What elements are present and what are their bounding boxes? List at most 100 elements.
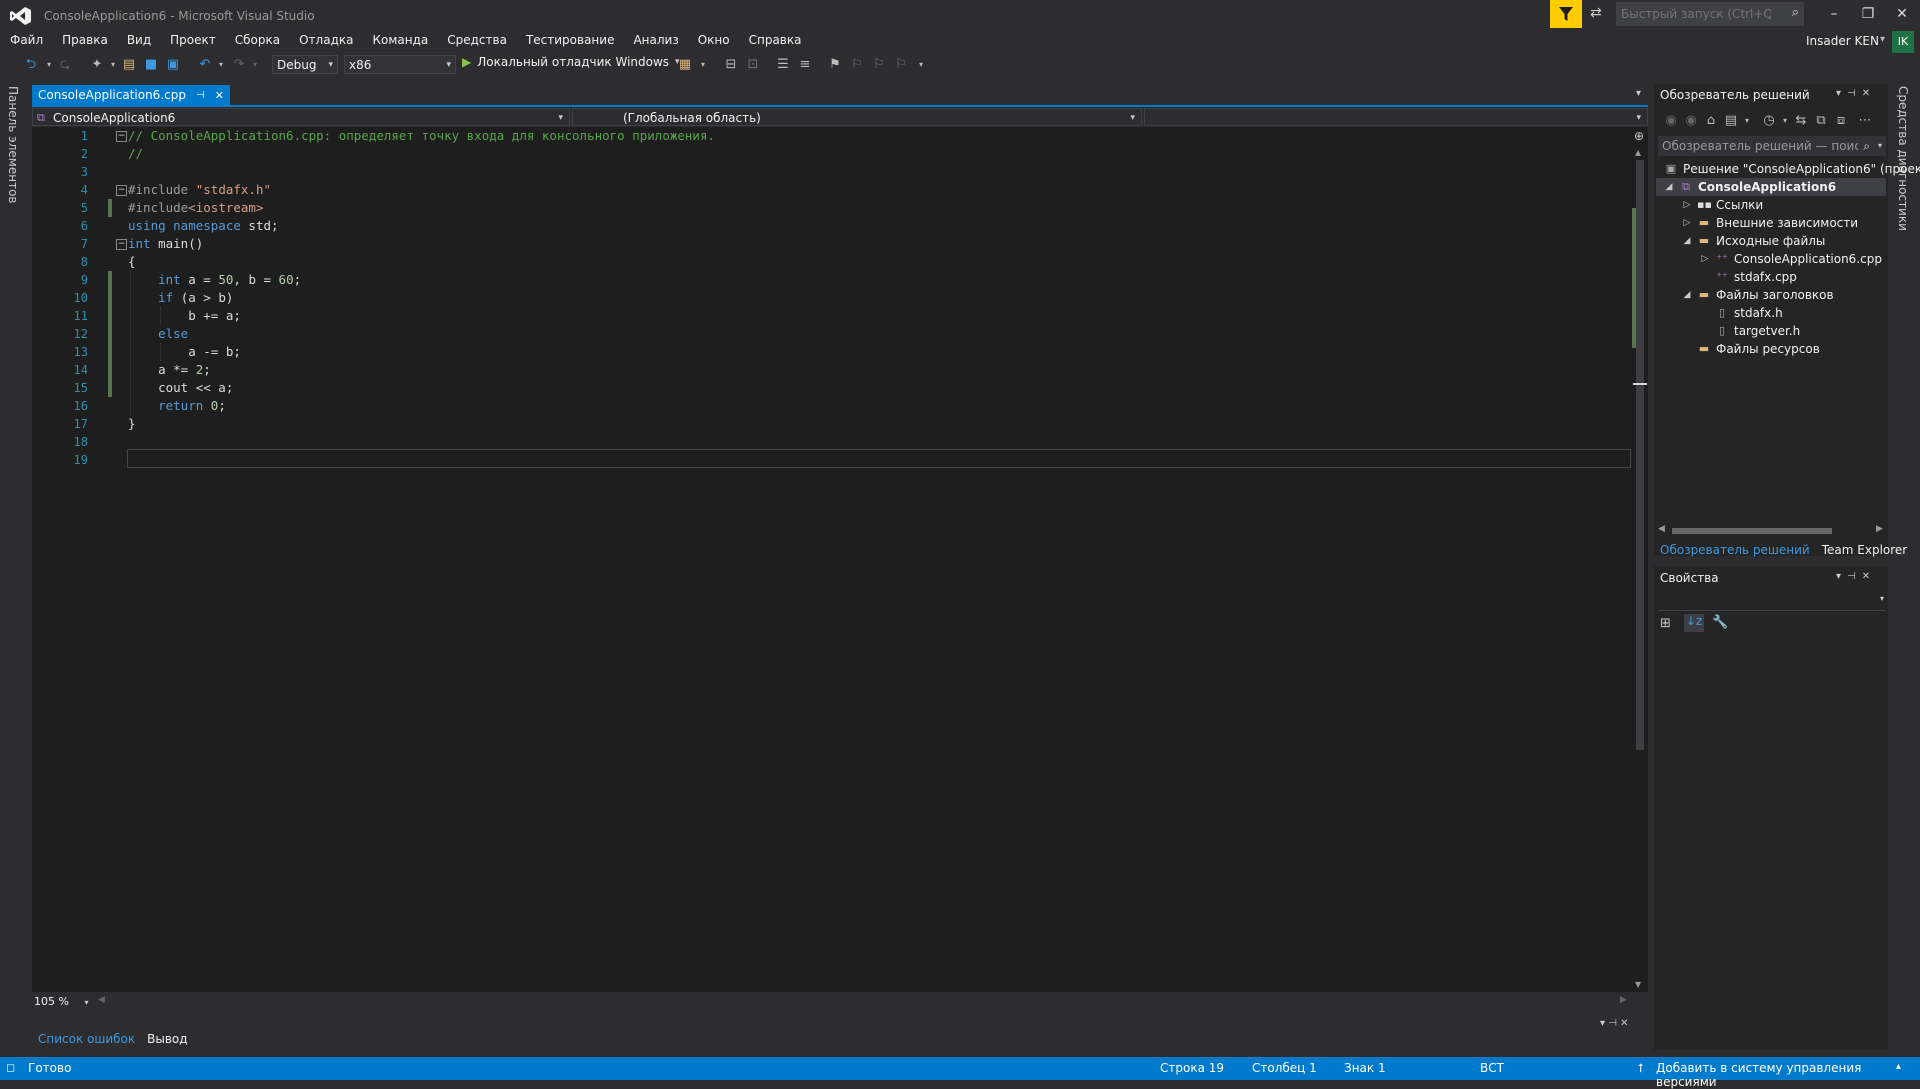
quick-launch-box[interactable]: ⌕ xyxy=(1616,2,1804,26)
prev-bookmark-icon[interactable]: ⚐ xyxy=(848,56,866,74)
toolbox-tab[interactable]: Панель элементов xyxy=(6,86,20,204)
chevron-up-icon[interactable]: ▴ xyxy=(1896,1061,1901,1072)
split-editor-icon[interactable]: ⊕ xyxy=(1634,129,1644,143)
home-icon[interactable]: ⌂ xyxy=(1702,112,1720,130)
sync-icon[interactable]: ⇆ xyxy=(1792,112,1810,130)
scroll-left-icon[interactable]: ◀ xyxy=(1658,524,1665,534)
notification-filter-icon[interactable] xyxy=(1550,0,1582,28)
scroll-left-icon[interactable]: ◀ xyxy=(98,995,105,1005)
uncomment-lines-icon[interactable]: ≡ xyxy=(796,56,814,74)
categorized-icon[interactable]: ⊞ xyxy=(1660,616,1671,631)
chevron-down-icon[interactable]: ▾ xyxy=(212,56,230,74)
scroll-right-icon[interactable]: ▶ xyxy=(1876,524,1883,534)
chevron-down-icon[interactable]: ▾ xyxy=(246,56,264,74)
scrollbar-thumb[interactable] xyxy=(1672,528,1832,534)
expanded-arrow-icon[interactable]: ◢ xyxy=(1664,182,1674,192)
code-editor[interactable] xyxy=(32,127,1632,992)
solution-search-input[interactable]: Обозреватель решений — поиск (Ctrl+;) ⌕ … xyxy=(1658,136,1886,156)
tree-item-external-deps[interactable]: ▷ ▬ Внешние зависимости xyxy=(1682,214,1859,232)
show-all-files-icon[interactable]: ⧈ xyxy=(1832,112,1850,130)
panel-window-controls[interactable]: ▾⊣✕ xyxy=(1836,88,1876,99)
menu-project[interactable]: Проект xyxy=(160,30,225,50)
scroll-up-icon[interactable]: ▲ xyxy=(1635,148,1641,157)
user-avatar[interactable]: IK xyxy=(1892,31,1914,53)
next-bookmark-icon[interactable]: ⚐ xyxy=(870,56,888,74)
minimize-icon[interactable]: – xyxy=(1820,4,1848,24)
tree-item-header-files[interactable]: ◢ ▬ Файлы заголовков xyxy=(1682,286,1834,304)
properties-icon[interactable]: ⋯ xyxy=(1856,112,1874,130)
scroll-right-icon[interactable]: ▶ xyxy=(1620,995,1627,1005)
tree-item-targetver-h[interactable]: ▯ targetver.h xyxy=(1715,322,1800,340)
zoom-level[interactable]: 105 % ▾ xyxy=(34,995,88,1008)
tab-error-list[interactable]: Список ошибок xyxy=(32,1028,141,1050)
expanded-arrow-icon[interactable]: ◢ xyxy=(1682,290,1692,300)
tab-overflow-icon[interactable]: ▾ xyxy=(1636,88,1641,99)
menu-view[interactable]: Вид xyxy=(117,30,160,50)
solution-explorer-shortcut-icon[interactable]: ⊟ xyxy=(722,56,740,74)
restore-icon[interactable]: ❐ xyxy=(1854,4,1882,24)
source-control-icon[interactable]: ⭡ xyxy=(1638,1061,1644,1076)
tab-team-explorer[interactable]: Team Explorer xyxy=(1816,540,1914,560)
user-name[interactable]: Insader KEN xyxy=(1806,34,1879,48)
document-tab[interactable]: ConsoleApplication6.cpp ⊣ ✕ xyxy=(32,85,230,105)
tree-item-source-files[interactable]: ◢ ▬ Исходные файлы xyxy=(1682,232,1826,250)
navigate-forward-icon[interactable]: ⮎ xyxy=(56,56,74,74)
menu-test[interactable]: Тестирование xyxy=(516,30,624,50)
project-combo[interactable]: ⧉ ConsoleApplication6 ▾ xyxy=(32,108,570,126)
menu-window[interactable]: Окно xyxy=(688,30,739,50)
tree-item-project[interactable]: ◢ ⧉ ConsoleApplication6 xyxy=(1664,178,1837,196)
solution-horizontal-scrollbar[interactable]: ◀ ▶ xyxy=(1658,524,1886,538)
bottom-panel-controls[interactable]: ▾ ⊣ ✕ xyxy=(1600,1018,1628,1029)
scroll-down-icon[interactable]: ▼ xyxy=(1635,980,1641,989)
close-window-icon[interactable]: ✕ xyxy=(1888,4,1916,24)
tree-item-references[interactable]: ▷ ▪▪ Ссылки xyxy=(1682,196,1764,214)
diagnostic-tools-tab[interactable]: Средства диагностики xyxy=(1896,86,1910,231)
property-pages-icon[interactable]: 🔧 xyxy=(1712,615,1728,630)
tree-item-solution[interactable]: ▣ Решение "ConsoleApplication6" (проекто… xyxy=(1664,160,1920,178)
bookmark-icon[interactable]: ⚑ xyxy=(826,56,844,74)
tree-item-main-cpp[interactable]: ▷ ⁺⁺ ConsoleApplication6.cpp xyxy=(1700,250,1882,268)
menu-help[interactable]: Справка xyxy=(739,30,811,50)
tab-solution-explorer[interactable]: Обозреватель решений xyxy=(1654,540,1816,560)
add-to-source-control[interactable]: Добавить в систему управления версиями xyxy=(1656,1061,1920,1089)
collapsed-arrow-icon[interactable]: ▷ xyxy=(1682,200,1692,210)
collapse-toggle[interactable]: − xyxy=(116,131,127,142)
navigate-back-icon[interactable]: ⮌ xyxy=(22,56,40,74)
configuration-select[interactable]: Debug ▾ xyxy=(272,55,338,74)
menu-edit[interactable]: Правка xyxy=(52,30,117,50)
tree-item-resource-files[interactable]: ▬ Файлы ресурсов xyxy=(1697,340,1820,358)
navigate-back-icon[interactable]: ◉ xyxy=(1662,112,1680,130)
pin-icon[interactable]: ⊣ xyxy=(196,90,205,101)
chevron-down-icon[interactable]: ▾ xyxy=(1878,136,1882,156)
close-tab-icon[interactable]: ✕ xyxy=(215,89,224,102)
save-icon[interactable]: ■ xyxy=(142,56,160,74)
navigate-forward-icon[interactable]: ◉ xyxy=(1682,112,1700,130)
expanded-arrow-icon[interactable]: ◢ xyxy=(1682,236,1692,246)
search-icon[interactable]: ⌕ xyxy=(1792,5,1799,20)
collapsed-arrow-icon[interactable]: ▷ xyxy=(1682,218,1692,228)
menu-build[interactable]: Сборка xyxy=(225,30,289,50)
scrollbar-thumb[interactable] xyxy=(1636,160,1644,750)
tab-output[interactable]: Вывод xyxy=(141,1028,193,1050)
collapse-toggle[interactable]: − xyxy=(116,185,127,196)
tree-item-stdafx-h[interactable]: ▯ stdafx.h xyxy=(1715,304,1783,322)
tree-item-stdafx-cpp[interactable]: ⁺⁺ stdafx.cpp xyxy=(1715,268,1797,286)
scope-combo[interactable]: (Глобальная область) ▾ xyxy=(572,108,1142,126)
collapse-all-icon[interactable]: ⧉ xyxy=(1812,112,1830,130)
save-all-icon[interactable]: ▣ xyxy=(164,56,182,74)
toolbar-overflow-icon[interactable]: ▾ xyxy=(912,56,930,74)
chevron-down-icon[interactable]: ▾ xyxy=(694,56,712,74)
quick-launch-input[interactable] xyxy=(1617,3,1773,25)
clear-bookmarks-icon[interactable]: ⚐ xyxy=(892,56,910,74)
feedback-icon[interactable]: ⇄ xyxy=(1590,5,1608,23)
platform-select[interactable]: x86 ▾ xyxy=(344,55,456,74)
panel-window-controls[interactable]: ▾⊣✕ xyxy=(1836,571,1876,582)
search-icon[interactable]: ⌕ xyxy=(1863,136,1870,156)
collapse-toggle[interactable]: − xyxy=(116,239,127,250)
menu-file[interactable]: Файл xyxy=(0,30,52,50)
properties-object-select[interactable]: ▾ xyxy=(1658,592,1886,611)
alphabetical-icon[interactable]: ↓z xyxy=(1684,614,1704,632)
menu-debug[interactable]: Отладка xyxy=(289,30,362,50)
find-in-files-icon[interactable]: ⊡ xyxy=(744,56,762,74)
menu-team[interactable]: Команда xyxy=(362,30,437,50)
